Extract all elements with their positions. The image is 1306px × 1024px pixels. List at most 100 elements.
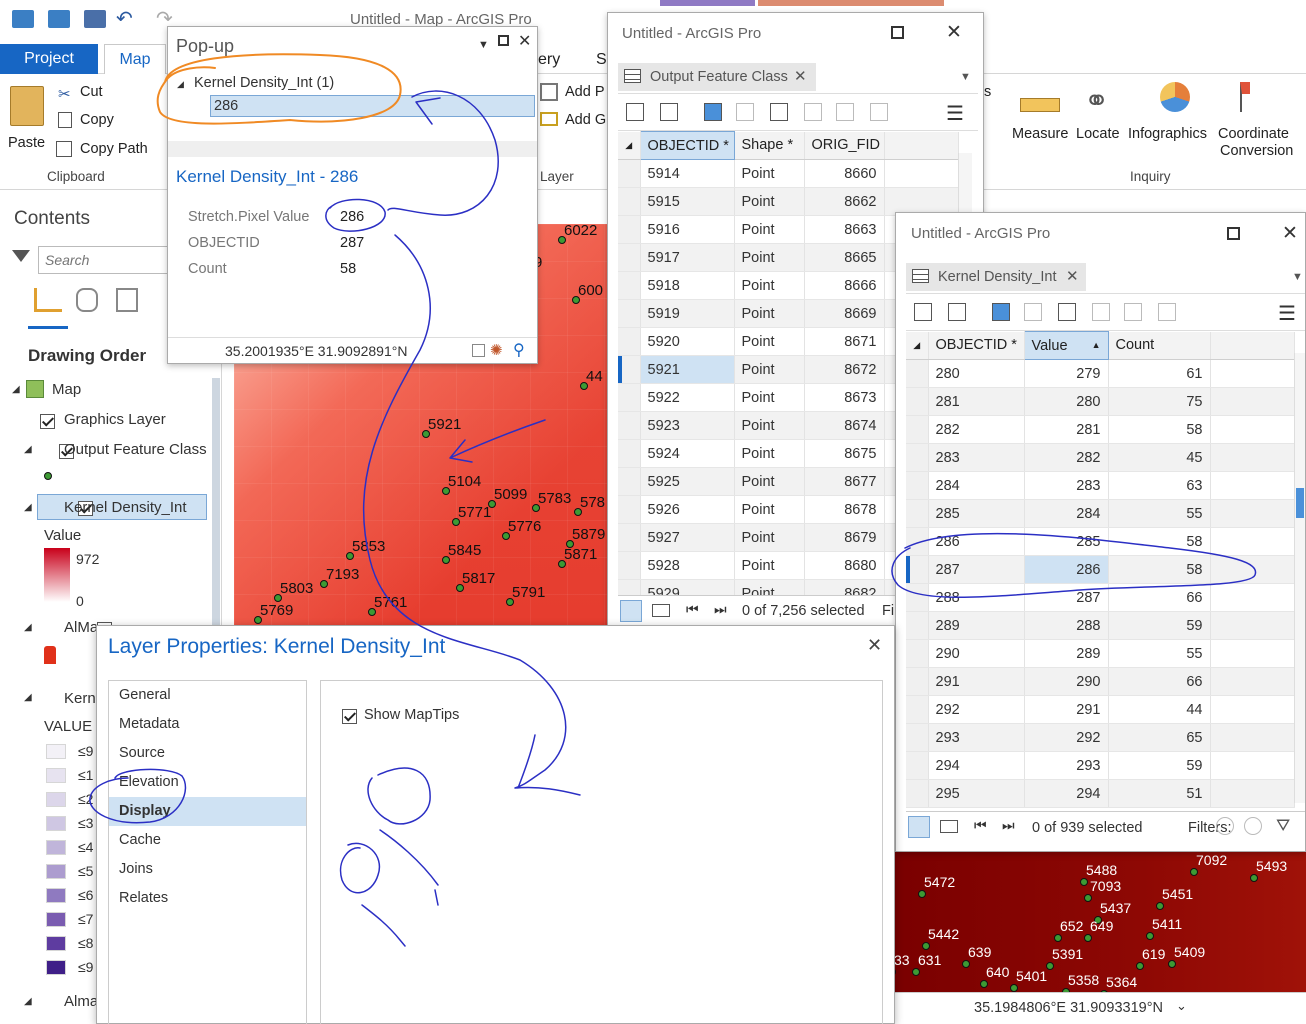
table-row[interactable]: 294 293 59 [906, 751, 1295, 780]
ofc-tab[interactable]: Output Feature Class ✕ [618, 63, 816, 91]
cell-objectid[interactable]: 5922 [640, 383, 735, 412]
expand-map-icon[interactable]: ◢ [12, 384, 20, 395]
cell-value[interactable]: 289 [1024, 639, 1109, 668]
cell-objectid[interactable]: 5925 [640, 467, 735, 496]
nav-item-metadata[interactable]: Metadata [109, 710, 306, 739]
cell-shape[interactable]: Point [734, 299, 805, 328]
row-header[interactable] [618, 495, 641, 524]
row-header[interactable] [906, 639, 929, 668]
cell-orig-fid[interactable]: 8679 [804, 523, 885, 552]
cell-objectid[interactable]: 282 [928, 415, 1025, 444]
cell-count[interactable]: 55 [1108, 639, 1211, 668]
row-header[interactable] [906, 583, 929, 612]
map-point[interactable] [1136, 962, 1144, 970]
cell-value[interactable]: 287 [1024, 583, 1109, 612]
cell-objectid[interactable]: 5928 [640, 551, 735, 580]
cell-orig-fid[interactable]: 8675 [804, 439, 885, 468]
delete-selection-icon[interactable] [836, 103, 854, 121]
cell-orig-fid[interactable]: 8663 [804, 215, 885, 244]
cell-value[interactable]: 291 [1024, 695, 1109, 724]
cell-orig-fid[interactable]: 8662 [804, 187, 885, 216]
cell-value[interactable]: 286 [1024, 555, 1109, 584]
row-header[interactable] [906, 555, 929, 584]
cell-objectid[interactable]: 294 [928, 751, 1025, 780]
cell-objectid[interactable]: 286 [928, 527, 1025, 556]
map-point[interactable] [1084, 934, 1092, 942]
cell-objectid[interactable]: 5916 [640, 215, 735, 244]
tree-item-almas[interactable]: Alma [64, 993, 98, 1010]
cell-value[interactable]: 293 [1024, 751, 1109, 780]
table-row[interactable]: 283 282 45 [906, 443, 1295, 472]
cell-shape[interactable]: Point [734, 411, 805, 440]
contents-search-input[interactable] [38, 246, 178, 274]
cell-shape[interactable]: Point [734, 187, 805, 216]
row-header[interactable] [618, 523, 641, 552]
ofc-tab-close-icon[interactable]: ✕ [794, 67, 807, 85]
cell-objectid[interactable]: 285 [928, 499, 1025, 528]
cell-objectid[interactable]: 293 [928, 723, 1025, 752]
add-field-icon[interactable] [626, 103, 644, 121]
popup-layer-node[interactable]: Kernel Density_Int (1) [194, 75, 334, 91]
kd-scrollbar-thumb[interactable] [1296, 488, 1304, 518]
table-row[interactable]: 280 279 61 [906, 359, 1295, 388]
clear-selection-icon[interactable] [804, 103, 822, 121]
copy-selection-icon[interactable] [1158, 303, 1176, 321]
cell-shape[interactable]: Point [734, 215, 805, 244]
cell-objectid[interactable]: 5924 [640, 439, 735, 468]
last-record-icon[interactable]: ⏭ [1002, 817, 1015, 834]
dialog-close-icon[interactable]: ✕ [867, 635, 882, 656]
cell-orig-fid[interactable]: 8666 [804, 271, 885, 300]
nav-item-cache[interactable]: Cache [109, 826, 306, 855]
calculate-field-icon[interactable] [948, 303, 966, 321]
table-row[interactable]: 290 289 55 [906, 639, 1295, 668]
paste-button[interactable]: Paste [6, 82, 50, 170]
tab-gallery-fragment[interactable]: ery [538, 51, 560, 69]
row-header[interactable] [618, 551, 641, 580]
row-header[interactable] [906, 695, 929, 724]
nav-item-relates[interactable]: Relates [109, 884, 306, 913]
row-header[interactable] [618, 327, 641, 356]
cell-objectid[interactable]: 292 [928, 695, 1025, 724]
tree-item-map[interactable]: Map [52, 381, 81, 398]
table-row[interactable]: 5914 Point 8660 [618, 159, 959, 188]
table-row[interactable]: 291 290 66 [906, 667, 1295, 696]
cell-count[interactable]: 45 [1108, 443, 1211, 472]
zoom-to-selection-icon[interactable] [1024, 303, 1042, 321]
add-field-icon[interactable] [914, 303, 932, 321]
cell-count[interactable]: 58 [1108, 527, 1211, 556]
cell-objectid[interactable]: 5915 [640, 187, 735, 216]
map-point[interactable] [1084, 894, 1092, 902]
popup-feature-item-selected[interactable]: 286 [210, 95, 535, 117]
cell-value[interactable]: 280 [1024, 387, 1109, 416]
cell-count[interactable]: 44 [1108, 695, 1211, 724]
cell-count[interactable]: 55 [1108, 499, 1211, 528]
kd-col-count[interactable]: Count [1108, 331, 1211, 360]
coordinate-conversion-button-line1[interactable]: Coordinate [1218, 126, 1289, 142]
ofc-col-orig-fid[interactable]: ORIG_FID [804, 131, 885, 160]
row-header[interactable] [906, 471, 929, 500]
nav-item-general[interactable]: General [109, 681, 306, 710]
kd-table-menu-icon[interactable]: ☰ [1278, 301, 1296, 326]
ofc-col-objectid[interactable]: OBJECTID * [639, 131, 735, 160]
popup-close-icon[interactable]: ✕ [518, 31, 531, 51]
row-header[interactable] [906, 527, 929, 556]
cell-objectid[interactable]: 289 [928, 611, 1025, 640]
expand-alma-icon[interactable]: ◢ [24, 622, 32, 633]
copy-selection-icon[interactable] [870, 103, 888, 121]
kd-col-value[interactable]: Value ▲ [1023, 331, 1109, 360]
map-point[interactable] [1190, 868, 1198, 876]
infographics-button[interactable]: Infographics [1128, 126, 1207, 142]
cell-orig-fid[interactable]: 8669 [804, 299, 885, 328]
cell-objectid[interactable]: 5923 [640, 411, 735, 440]
show-selected-records-icon[interactable] [652, 604, 670, 617]
kd-maximize-icon[interactable] [1227, 227, 1240, 240]
filter-by-time-icon[interactable] [1244, 817, 1262, 835]
cell-shape[interactable]: Point [734, 383, 805, 412]
cell-count[interactable]: 58 [1108, 555, 1211, 584]
cell-count[interactable]: 63 [1108, 471, 1211, 500]
row-header[interactable] [906, 359, 929, 388]
tab-s-fragment[interactable]: S [596, 51, 607, 69]
show-all-records-icon[interactable] [908, 816, 930, 838]
filter-icon[interactable] [12, 250, 30, 262]
table-row[interactable]: 288 287 66 [906, 583, 1295, 612]
